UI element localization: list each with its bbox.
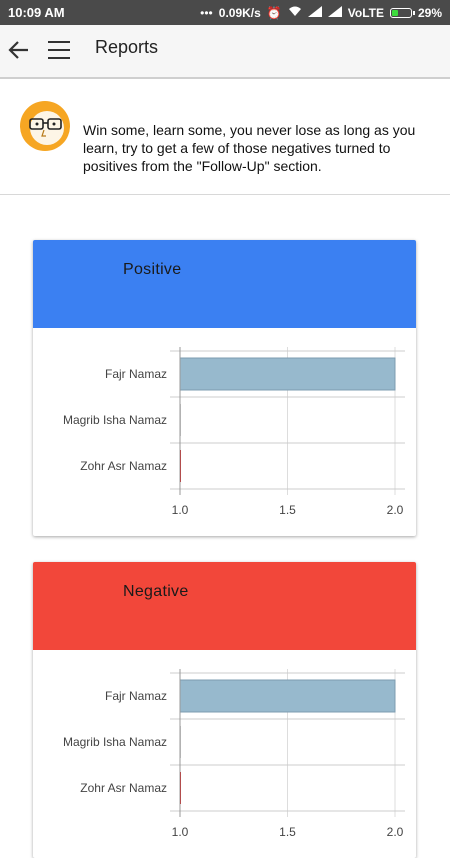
status-bar: 10:09 AM ••• 0.09K/s ⏰ VoLTE 29% [0,0,450,25]
glasses-face-avatar-icon [20,101,70,151]
x-tick-label: 1.5 [279,503,296,517]
positive-bar-chart: 1.0 1.5 2.0 Fajr Namaz Magrib Isha Namaz Zohr… [63,347,405,517]
positive-report-card: Positive 1.0 1.5 2.0 Fajr Namaz Magrib Isha … [33,240,416,536]
category-label: Magrib Isha Namaz [63,413,167,427]
back-arrow-icon[interactable] [8,39,30,61]
positive-chart: 1.0 1.5 2.0 Fajr Namaz Magrib Isha Namaz Zohr… [33,328,416,536]
x-tick-label: 2.0 [387,825,404,839]
signal-icon [327,5,342,20]
wifi-icon [288,6,302,20]
battery-icon [389,7,415,18]
negative-bar-chart: 1.0 1.5 2.0 Fajr Namaz Magrib Isha Namaz Zohr… [63,669,405,839]
category-label: Fajr Namaz [105,367,167,381]
bar[interactable] [179,357,396,391]
app-bar: Reports [0,25,450,79]
page-title: Reports [95,37,159,57]
status-time: 10:09 AM [8,5,65,20]
negative-report-card: Negative 1.0 1.5 2.0 Fajr Namaz Magrib Isha … [33,562,416,858]
x-tick-label: 2.0 [387,503,404,517]
positive-card-header: Positive [33,240,416,328]
alarm-icon: ⏰ [266,5,282,20]
x-tick-label: 1.0 [172,503,189,517]
category-label: Magrib Isha Namaz [63,735,167,749]
network-type: VoLTE [347,5,384,20]
status-icons: ••• 0.09K/s ⏰ VoLTE 29% [200,5,442,20]
hamburger-menu-icon[interactable] [48,41,70,59]
battery-percent: 29% [417,5,442,20]
negative-card-header: Negative [33,562,416,650]
negative-chart: 1.0 1.5 2.0 Fajr Namaz Magrib Isha Namaz Zohr… [33,650,416,858]
x-tick-label: 1.5 [279,825,296,839]
message-text: Win some, learn some, you never lose as … [83,122,416,174]
category-label: Zohr Asr Namaz [80,459,167,473]
x-tick-label: 1.0 [172,825,189,839]
network-speed: 0.09K/s [218,5,261,20]
bar[interactable] [179,679,396,713]
signal-icon [307,5,322,20]
negative-card-title: Negative [123,583,189,600]
category-label: Zohr Asr Namaz [80,781,167,795]
dots-icon: ••• [200,5,213,20]
positive-card-title: Positive [123,261,182,278]
category-label: Fajr Namaz [105,689,167,703]
motivation-message: Win some, learn some, you never lose as … [0,80,450,195]
